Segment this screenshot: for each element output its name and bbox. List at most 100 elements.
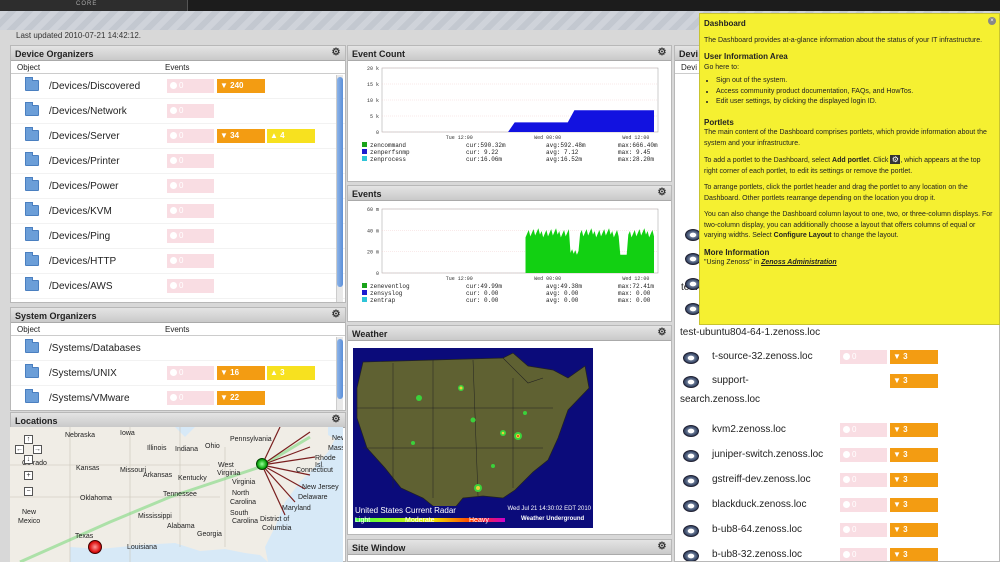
device-row[interactable]: b-ub8-64.zenoss.loc 0 ▼ 3 (675, 514, 945, 539)
zenoss-administration-link[interactable]: Zenoss Administration (761, 259, 837, 266)
location-marker-green[interactable] (256, 458, 268, 470)
critical-count[interactable]: 0 (840, 548, 887, 561)
locations-map[interactable]: Nebraska Iowa Illinois Indiana Ohio Pennsylva… (10, 427, 343, 562)
scroll-thumb[interactable] (337, 77, 343, 287)
device-name[interactable]: b-ub8-32.zenoss.loc (712, 549, 802, 560)
critical-count[interactable]: 0 (167, 154, 214, 168)
organizer-label[interactable]: /Devices/Printer (49, 156, 120, 167)
organizer-row[interactable]: /Systems/Databases (11, 336, 345, 361)
critical-count[interactable]: 0 (167, 179, 214, 193)
critical-count[interactable]: 0 (840, 498, 887, 512)
device-name[interactable]: blackduck.zenoss.loc (712, 499, 807, 510)
zenoss-logo[interactable]: CORE (0, 0, 188, 11)
gear-icon[interactable]: ⚙ (331, 310, 341, 320)
organizer-label[interactable]: /Systems/Databases (49, 343, 141, 354)
critical-count[interactable]: 0 (167, 391, 214, 405)
device-name[interactable]: t-source-32.zenoss.loc (712, 351, 813, 362)
error-count[interactable]: ▼ 34 (217, 129, 265, 143)
site-window-header[interactable]: Site Window ⚙ (348, 540, 671, 555)
organizer-row[interactable]: /Devices/Printer 0 (11, 149, 345, 174)
error-count[interactable]: ▼ 3 (890, 523, 938, 537)
organizer-label[interactable]: /Systems/UNIX (49, 368, 117, 379)
pan-down-button[interactable]: ↓ (24, 455, 33, 464)
critical-count[interactable]: 0 (167, 204, 214, 218)
gear-icon[interactable]: ⚙ (657, 542, 667, 552)
error-count[interactable]: ▼ 3 (890, 423, 938, 437)
organizer-row[interactable]: /Devices/KVM 0 (11, 199, 345, 224)
locations-header[interactable]: Locations ⚙ (11, 413, 345, 428)
organizer-label[interactable]: /Devices/Network (49, 106, 127, 117)
gear-icon[interactable]: ⚙ (657, 48, 667, 58)
device-organizers-header[interactable]: Device Organizers ⚙ (11, 46, 345, 61)
organizer-label[interactable]: /Devices/AWS (49, 281, 113, 292)
device-name[interactable]: test-ubuntu804-64-1.zenoss.loc (680, 327, 820, 338)
critical-count[interactable]: 0 (840, 523, 887, 537)
gear-icon[interactable]: ⚙ (657, 328, 667, 338)
organizer-label[interactable]: /Devices/HTTP (49, 256, 116, 267)
organizer-label[interactable]: /Devices/Discovered (49, 81, 140, 92)
critical-count[interactable]: 0 (167, 229, 214, 243)
critical-count[interactable]: 0 (167, 279, 214, 293)
error-count[interactable]: ▼ 3 (890, 498, 938, 512)
organizer-row[interactable]: /Devices/AWS 0 (11, 274, 345, 299)
event-count-header[interactable]: Event Count ⚙ (348, 46, 671, 61)
error-count[interactable]: ▼ 3 (890, 448, 938, 462)
error-count[interactable]: ▼ 3 (890, 473, 938, 487)
critical-count[interactable]: 0 (840, 473, 887, 487)
device-row[interactable]: t-source-32.zenoss.loc 0 ▼ 3 (675, 344, 945, 369)
organizer-row[interactable]: /Devices/Discovered 0 ▼ 240 (11, 74, 345, 99)
pan-up-button[interactable]: ↑ (24, 435, 33, 444)
organizer-label[interactable]: /Devices/Power (49, 181, 118, 192)
gear-icon[interactable]: ⚙ (331, 48, 341, 58)
device-name[interactable]: search.zenoss.loc (680, 394, 760, 405)
events-header[interactable]: Events ⚙ (348, 186, 671, 201)
pan-left-button[interactable]: ← (15, 445, 24, 454)
critical-count[interactable]: 0 (167, 254, 214, 268)
critical-count[interactable]: 0 (840, 448, 887, 462)
organizer-row[interactable]: /Devices/Ping 0 (11, 224, 345, 249)
organizer-row[interactable]: /Systems/UNIX 0 ▼ 16 ▲ 3 (11, 361, 345, 386)
error-count[interactable]: ▼ 16 (217, 366, 265, 380)
device-row[interactable]: blackduck.zenoss.loc 0 ▼ 3 (675, 489, 945, 514)
device-name[interactable]: juniper-switch.zenoss.loc (712, 449, 823, 460)
error-count[interactable]: ▼ 22 (217, 391, 265, 405)
warning-count[interactable]: ▲ 4 (267, 129, 315, 143)
organizer-label[interactable]: /Devices/Server (49, 131, 120, 142)
organizer-row[interactable]: /Devices/Power 0 (11, 174, 345, 199)
scrollbar[interactable] (336, 75, 343, 302)
critical-count[interactable]: 0 (167, 366, 214, 380)
critical-count[interactable]: 0 (167, 104, 214, 118)
organizer-label[interactable]: /Systems/VMware (49, 393, 130, 404)
organizer-row[interactable]: /Devices/Server 0 ▼ 34 ▲ 4 (11, 124, 345, 149)
location-marker-red[interactable] (88, 540, 102, 554)
device-row[interactable]: support-search.zenoss.loc ▼ 3 (675, 369, 945, 405)
device-name[interactable]: kvm2.zenoss.loc (712, 424, 786, 435)
device-row[interactable]: b-ub8-32.zenoss.loc 0 ▼ 3 (675, 539, 945, 561)
zoom-out-button[interactable]: − (24, 487, 33, 496)
critical-count[interactable]: 0 (167, 129, 214, 143)
device-row[interactable]: juniper-switch.zenoss.loc 0 ▼ 3 (675, 439, 945, 464)
device-name[interactable]: support- (712, 375, 749, 386)
device-row[interactable]: kvm2.zenoss.loc 0 ▼ 3 (675, 414, 945, 439)
zoom-in-button[interactable]: + (24, 471, 33, 480)
error-count[interactable]: ▼ 3 (890, 350, 938, 364)
weather-header[interactable]: Weather ⚙ (348, 326, 671, 341)
organizer-row[interactable]: /Systems/VMware 0 ▼ 22 (11, 386, 345, 410)
gear-icon[interactable]: ⚙ (331, 415, 341, 425)
scroll-thumb[interactable] (337, 339, 343, 399)
critical-count[interactable]: 0 (167, 79, 214, 93)
pan-right-button[interactable]: → (33, 445, 42, 454)
device-name[interactable]: b-ub8-64.zenoss.loc (712, 524, 802, 535)
warning-count[interactable]: ▲ 3 (267, 366, 315, 380)
scrollbar[interactable] (336, 337, 343, 410)
organizer-label[interactable]: /Devices/KVM (49, 206, 112, 217)
device-row[interactable]: gstreiff-dev.zenoss.loc 0 ▼ 3 (675, 464, 945, 489)
error-count[interactable]: ▼ 240 (217, 79, 265, 93)
gear-icon[interactable]: ⚙ (657, 188, 667, 198)
error-count[interactable]: ▼ 3 (890, 548, 938, 561)
critical-count[interactable]: 0 (840, 350, 887, 364)
close-icon[interactable]: × (988, 17, 996, 25)
device-name[interactable]: gstreiff-dev.zenoss.loc (712, 474, 811, 485)
organizer-row[interactable]: /Devices/HTTP 0 (11, 249, 345, 274)
system-organizers-header[interactable]: System Organizers ⚙ (11, 308, 345, 323)
